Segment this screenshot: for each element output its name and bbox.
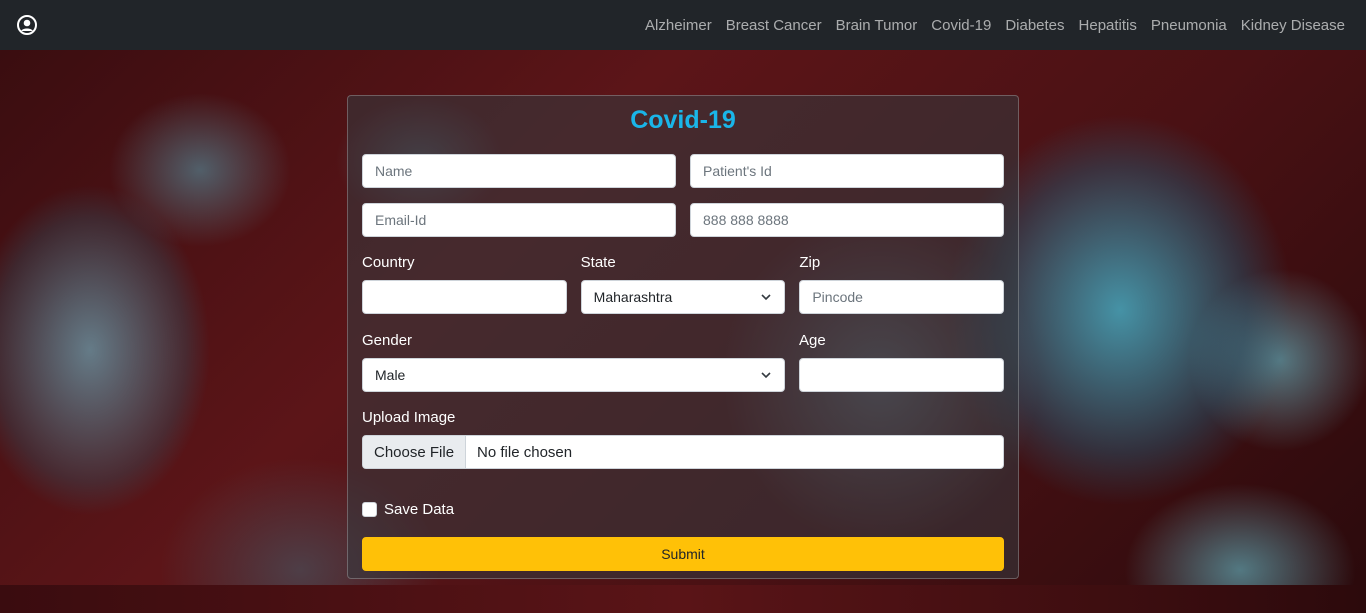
state-label: State [580,254,616,271]
nav-link-covid-19[interactable]: Covid-19 [924,9,998,42]
patient-id-input[interactable] [690,154,1004,188]
background-bottom-strip [0,585,1366,613]
nav-link-breast-cancer[interactable]: Breast Cancer [719,9,829,42]
gender-selected-value: Male [375,367,406,383]
nav-link-brain-tumor[interactable]: Brain Tumor [829,9,925,42]
country-input[interactable] [362,280,567,314]
state-group: State Maharashtra [580,254,786,314]
country-label: Country [362,254,415,271]
user-circle-icon[interactable] [17,15,37,35]
submit-button[interactable]: Submit [362,537,1004,571]
name-input[interactable] [362,154,676,188]
nav-link-kidney-disease[interactable]: Kidney Disease [1234,9,1352,42]
nav-link-pneumonia[interactable]: Pneumonia [1144,9,1234,42]
age-label: Age [799,332,826,349]
nav-links: Alzheimer Breast Cancer Brain Tumor Covi… [638,9,1352,42]
state-selected-value: Maharashtra [593,289,673,305]
gender-group: Gender Male [362,332,785,392]
age-group: Age [799,332,1004,392]
file-input[interactable]: Choose File No file chosen [362,435,1004,469]
state-select[interactable]: Maharashtra [580,280,786,314]
nav-link-diabetes[interactable]: Diabetes [998,9,1071,42]
zip-label: Zip [799,254,821,271]
zip-group: Zip [799,254,1005,314]
chevron-down-icon [761,372,771,379]
email-input[interactable] [362,203,676,237]
save-data-checkbox[interactable] [362,502,377,517]
gender-label: Gender [362,332,413,349]
name-row [362,154,1004,188]
age-input[interactable] [799,358,1004,392]
location-row: Country State Maharashtra Zip [362,254,1005,314]
chevron-down-icon [761,294,771,301]
demographics-row: Gender Male Age [362,332,1004,392]
phone-input[interactable] [690,203,1004,237]
zip-input[interactable] [799,280,1005,314]
upload-group: Upload Image Choose File No file chosen [362,409,1004,469]
save-data-row: Save Data [362,501,1004,518]
upload-label: Upload Image [362,409,456,426]
save-data-label: Save Data [384,501,455,518]
choose-file-button[interactable]: Choose File [363,436,467,468]
covid-form-card: Covid-19 Country State Maharashtra Zip [347,95,1019,579]
nav-link-hepatitis[interactable]: Hepatitis [1072,9,1144,42]
gender-select[interactable]: Male [362,358,785,392]
navbar: Alzheimer Breast Cancer Brain Tumor Covi… [0,0,1366,50]
nav-link-alzheimer[interactable]: Alzheimer [638,9,719,42]
file-name-text: No file chosen [477,443,573,461]
contact-row [362,203,1004,237]
form-title: Covid-19 [630,106,736,134]
country-group: Country [362,254,567,314]
